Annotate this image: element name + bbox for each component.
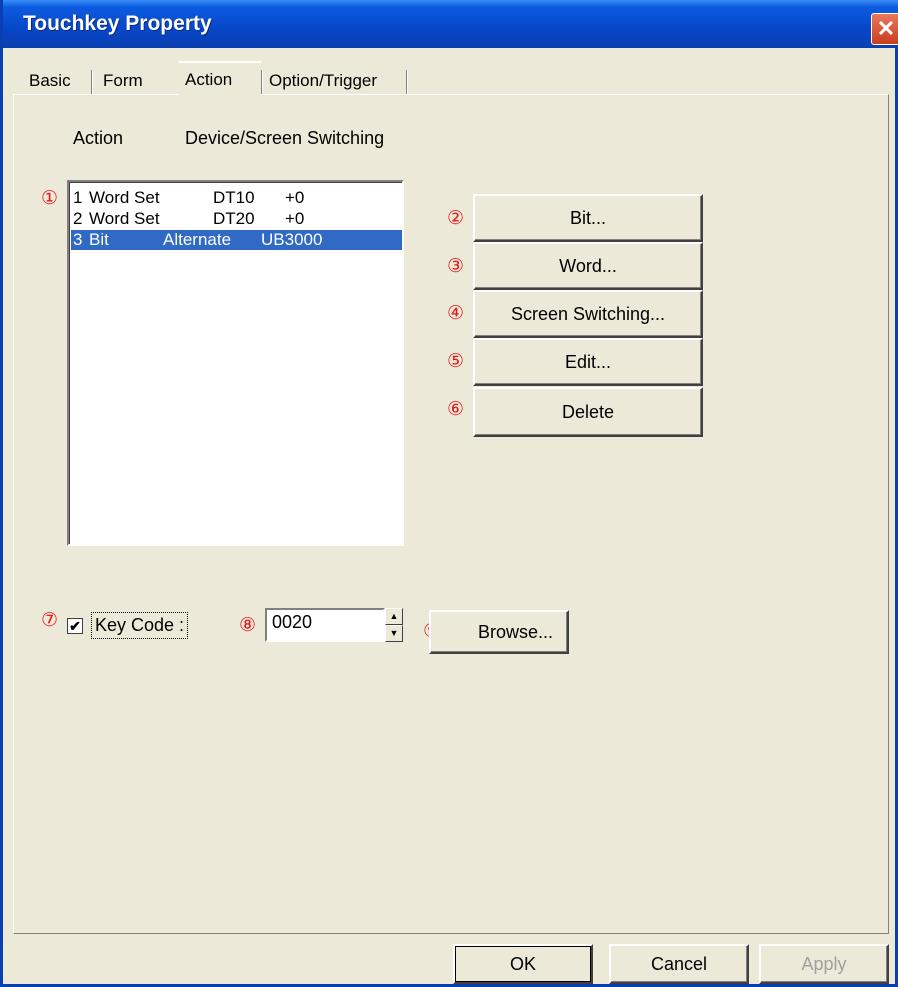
list-item-no: 1 — [73, 188, 83, 207]
tab-basic-label: Basic — [29, 71, 71, 90]
close-button[interactable]: ✕ — [871, 13, 898, 45]
tab-option-trigger[interactable]: Option/Trigger — [263, 66, 403, 96]
screen-switching-button[interactable]: Screen Switching... — [473, 290, 703, 338]
apply-button-label: Apply — [801, 953, 847, 974]
tab-action-label: Action — [185, 70, 233, 89]
keycode-checkbox[interactable]: ✔ — [67, 618, 83, 634]
marker-6-icon: ⑥ — [447, 398, 465, 420]
tab-option-trigger-label: Option/Trigger — [269, 71, 378, 90]
tab-form[interactable]: Form — [97, 66, 167, 96]
marker-2-icon: ② — [447, 207, 465, 229]
marker-3-icon: ③ — [447, 255, 465, 277]
marker-1-icon: ① — [41, 187, 59, 209]
word-button[interactable]: Word... — [473, 242, 703, 290]
delete-button-label: Delete — [561, 401, 615, 422]
list-item-value: +0 — [285, 209, 305, 228]
tab-basic[interactable]: Basic — [23, 66, 91, 96]
list-item[interactable]: 1 Word Set DT10 +0 — [71, 188, 402, 208]
list-item-selected[interactable]: 3 Bit Alternate UB3000 — [71, 230, 402, 250]
list-item-type: Word Set — [89, 209, 160, 228]
tab-action[interactable]: Action — [179, 61, 261, 97]
heading-device-screen: Device/Screen Switching — [185, 128, 385, 148]
keycode-input[interactable]: 0020 — [265, 608, 385, 642]
cancel-button[interactable]: Cancel — [609, 944, 749, 984]
spin-down-button[interactable]: ▼ — [385, 625, 403, 642]
list-item-type: Word Set — [89, 188, 160, 207]
dialog-window: Touchkey Property ✕ Basic Form Action Op… — [0, 0, 898, 987]
browse-button-label: Browse... — [477, 621, 553, 642]
arrow-up-icon: ▲ — [389, 611, 399, 621]
apply-button[interactable]: Apply — [759, 944, 889, 984]
list-item-value: UB3000 — [261, 230, 323, 249]
ok-button-label: OK — [509, 953, 536, 974]
list-item[interactable]: 2 Word Set DT20 +0 — [71, 209, 402, 229]
keycode-label[interactable]: Key Code : — [91, 612, 189, 639]
word-button-label: Word... — [559, 255, 617, 276]
tab-form-label: Form — [103, 71, 143, 90]
screen-switching-button-label: Screen Switching... — [510, 303, 666, 324]
bit-button-label: Bit... — [569, 207, 606, 228]
browse-button[interactable]: Browse... — [429, 610, 569, 654]
window-title: Touchkey Property — [23, 12, 212, 35]
list-item-device: Alternate — [163, 230, 232, 249]
tab-separator — [91, 70, 93, 94]
title-bar[interactable]: Touchkey Property ✕ — [3, 0, 898, 48]
checkmark-icon: ✔ — [69, 618, 81, 634]
list-item-device: DT10 — [213, 188, 255, 207]
ok-button[interactable]: OK — [453, 944, 593, 984]
marker-4-icon: ④ — [447, 302, 465, 324]
tab-separator — [406, 70, 408, 94]
spin-up-button[interactable]: ▲ — [385, 608, 403, 625]
heading-action: Action — [73, 128, 124, 148]
marker-7-icon: ⑦ — [41, 609, 59, 631]
arrow-down-icon: ▼ — [389, 628, 399, 638]
list-item-type: Bit — [89, 230, 109, 249]
marker-8-icon: ⑧ — [239, 614, 257, 636]
bit-button[interactable]: Bit... — [473, 194, 703, 242]
action-listbox[interactable]: 1 Word Set DT10 +0 2 Word Set DT20 +0 3 … — [67, 180, 404, 546]
button-bar: OK Cancel Apply — [3, 940, 898, 987]
list-item-no: 3 — [73, 230, 83, 249]
edit-button-label: Edit... — [564, 351, 612, 372]
list-item-device: DT20 — [213, 209, 255, 228]
list-item-no: 2 — [73, 209, 83, 228]
list-item-value: +0 — [285, 188, 305, 207]
cancel-button-label: Cancel — [650, 953, 708, 974]
delete-button[interactable]: Delete — [473, 387, 703, 437]
marker-5-icon: ⑤ — [447, 350, 465, 372]
edit-button[interactable]: Edit... — [473, 338, 703, 386]
close-icon: ✕ — [876, 16, 896, 41]
